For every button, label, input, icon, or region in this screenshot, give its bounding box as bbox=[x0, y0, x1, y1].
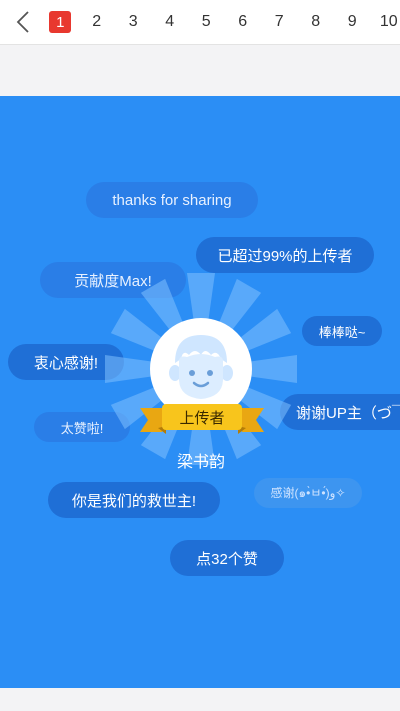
spacer-band bbox=[0, 45, 400, 96]
bottom-band bbox=[0, 688, 400, 711]
page-10-tab[interactable]: 10 bbox=[371, 0, 400, 44]
back-button[interactable] bbox=[10, 8, 36, 36]
page-3-tab[interactable]: 3 bbox=[115, 0, 152, 44]
likes-bubble[interactable]: 点32个赞 bbox=[170, 540, 284, 576]
page-1-tab[interactable]: 1 bbox=[42, 0, 79, 44]
uploader-name[interactable]: 梁书韵 bbox=[150, 448, 252, 472]
comment-bubble: 感谢(๑•̀ㅂ•́)و✧ bbox=[254, 478, 362, 508]
page-6-tab[interactable]: 6 bbox=[225, 0, 262, 44]
comment-bubble: 棒棒哒~ bbox=[302, 316, 382, 346]
uploader-thanks-card: thanks for sharing 已超过99%的上传者 贡献度Max! 棒棒… bbox=[0, 96, 400, 688]
page-5-tab[interactable]: 5 bbox=[188, 0, 225, 44]
page-number-list: 1 2 3 4 5 6 7 8 9 10 bbox=[42, 0, 400, 44]
page-2-tab[interactable]: 2 bbox=[79, 0, 116, 44]
page-9-tab[interactable]: 9 bbox=[334, 0, 371, 44]
page-7-tab[interactable]: 7 bbox=[261, 0, 298, 44]
comment-bubble: 你是我们的救世主! bbox=[48, 482, 220, 518]
uploader-badge-label: 上传者 bbox=[179, 409, 225, 427]
chevron-left-icon bbox=[16, 11, 29, 33]
page-8-tab[interactable]: 8 bbox=[298, 0, 335, 44]
page-4-tab[interactable]: 4 bbox=[152, 0, 189, 44]
page-navigation-bar: 1 2 3 4 5 6 7 8 9 10 bbox=[0, 0, 400, 45]
comment-bubble: thanks for sharing bbox=[86, 182, 258, 218]
comment-bubble: 已超过99%的上传者 bbox=[196, 237, 374, 273]
